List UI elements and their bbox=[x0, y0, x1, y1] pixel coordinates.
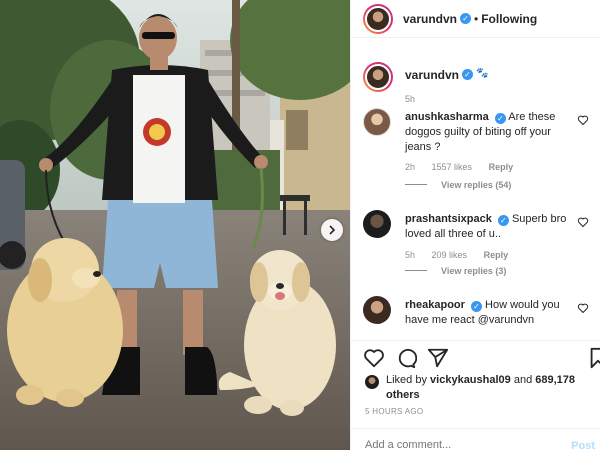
caption-username[interactable]: varundvn bbox=[405, 68, 459, 92]
commenter-avatar[interactable] bbox=[363, 296, 391, 324]
reply-button[interactable]: Reply bbox=[489, 162, 514, 172]
view-replies-button[interactable]: View replies (3) bbox=[405, 266, 506, 276]
reply-button[interactable]: Reply bbox=[484, 250, 509, 260]
photo-illustration bbox=[0, 0, 350, 450]
replies-line bbox=[405, 184, 427, 185]
heart-icon[interactable] bbox=[577, 302, 589, 314]
following-button[interactable]: Following bbox=[481, 12, 537, 26]
comment-meta: 5h 209 likes Reply bbox=[405, 250, 522, 260]
comment-text: rheakapoor ✓ How would you have me react… bbox=[405, 298, 575, 328]
comment-likes[interactable]: 209 likes bbox=[432, 250, 468, 260]
view-replies-label: View replies (54) bbox=[441, 180, 512, 190]
comment-input[interactable] bbox=[365, 439, 545, 450]
comment-text: prashantsixpack ✓ Superb bro loved all t… bbox=[405, 212, 575, 242]
post-comment-button[interactable]: Post bbox=[571, 440, 595, 450]
view-replies-label: View replies (3) bbox=[441, 266, 507, 276]
replies-line bbox=[405, 270, 427, 271]
paper-plane-icon[interactable] bbox=[427, 347, 449, 369]
likes-prefix: Liked by bbox=[386, 374, 427, 386]
caption-emoji: 🐾 bbox=[476, 68, 489, 79]
verified-badge-icon: ✓ bbox=[497, 215, 509, 226]
separator-dot: • bbox=[474, 11, 479, 26]
add-comment-bar: Post bbox=[351, 428, 600, 450]
post-photo[interactable] bbox=[0, 0, 350, 450]
likes-text: Liked by vickykaushal09 and 689,178 othe… bbox=[386, 373, 586, 403]
commenter-avatar[interactable] bbox=[363, 108, 391, 136]
author-username[interactable]: varundvn bbox=[403, 12, 457, 26]
post-timestamp[interactable]: 5 HOURS AGO bbox=[365, 407, 423, 416]
liker-username[interactable]: vickykaushal09 bbox=[430, 374, 511, 386]
commenter-avatar[interactable] bbox=[363, 210, 391, 238]
comment-username[interactable]: prashantsixpack bbox=[405, 213, 492, 225]
comment-text: anushkasharma ✓ Are these doggos guilty … bbox=[405, 110, 575, 155]
heart-icon[interactable] bbox=[577, 216, 589, 228]
verified-badge-icon: ✓ bbox=[462, 69, 474, 80]
caption: varundvn ✓ 🐾 bbox=[363, 62, 488, 92]
comment-likes[interactable]: 1557 likes bbox=[432, 162, 473, 172]
post-actions bbox=[351, 340, 600, 374]
verified-badge-icon: ✓ bbox=[460, 13, 472, 24]
post-side-panel: varundvn ✓ • Following varundvn ✓ 🐾 5h a… bbox=[350, 0, 600, 450]
view-replies-button[interactable]: View replies (54) bbox=[405, 180, 511, 190]
liker-avatar[interactable] bbox=[365, 375, 379, 389]
heart-icon[interactable] bbox=[577, 114, 589, 126]
comment-username[interactable]: rheakapoor bbox=[405, 299, 465, 311]
bookmark-icon[interactable] bbox=[587, 347, 600, 369]
caption-time: 5h bbox=[405, 94, 416, 104]
next-photo-button[interactable] bbox=[321, 219, 343, 241]
comment-username[interactable]: anushkasharma bbox=[405, 111, 489, 123]
comment-bubble-icon[interactable] bbox=[395, 347, 417, 369]
likes-middle: and bbox=[513, 374, 533, 386]
comment-time: 2h bbox=[405, 162, 416, 172]
comment-meta: 2h 1557 likes Reply bbox=[405, 162, 527, 172]
post-header: varundvn ✓ • Following bbox=[351, 0, 600, 38]
comments-list[interactable]: varundvn ✓ 🐾 5h anushkasharma ✓ Are thes… bbox=[351, 38, 600, 338]
verified-badge-icon: ✓ bbox=[494, 113, 506, 124]
heart-icon[interactable] bbox=[363, 347, 385, 369]
comment-time: 5h bbox=[405, 250, 416, 260]
caption-avatar[interactable] bbox=[363, 62, 393, 92]
verified-badge-icon: ✓ bbox=[470, 301, 482, 312]
author-avatar[interactable] bbox=[363, 3, 393, 34]
chevron-right-icon bbox=[329, 225, 336, 235]
